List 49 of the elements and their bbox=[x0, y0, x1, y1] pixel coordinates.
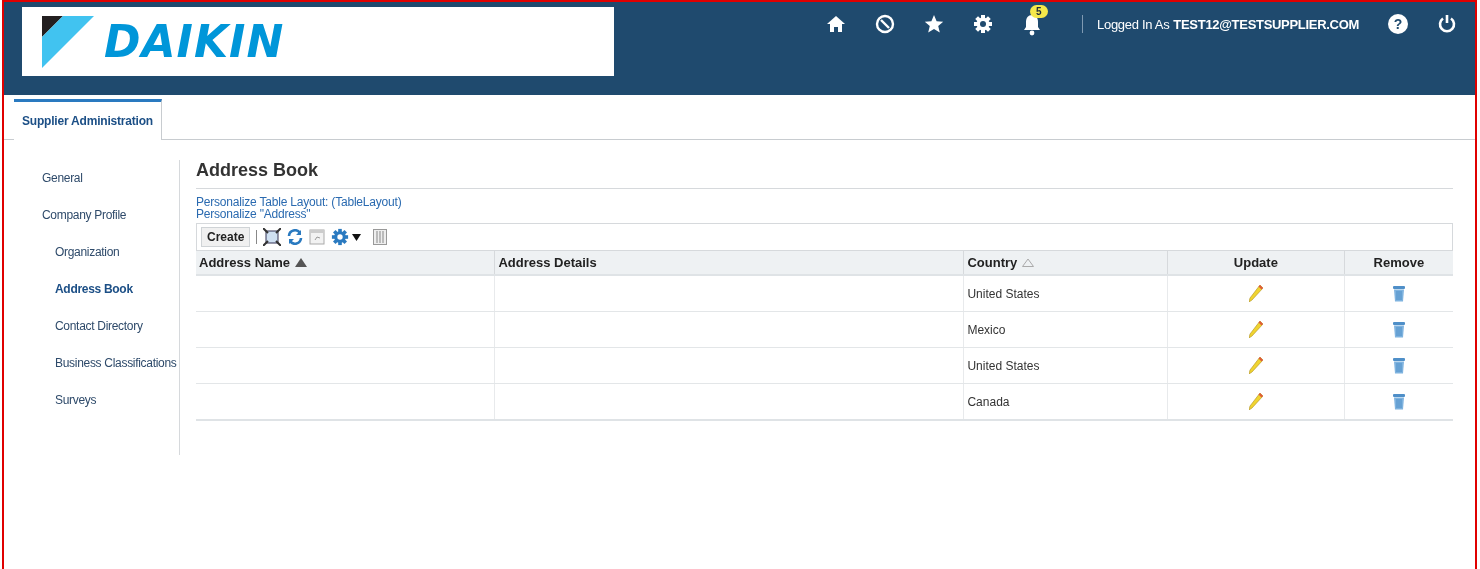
sidebar-item[interactable]: Organization bbox=[14, 234, 179, 271]
login-label: Logged In As bbox=[1097, 16, 1170, 32]
home-icon[interactable] bbox=[826, 14, 847, 34]
column-header: Remove bbox=[1344, 251, 1453, 275]
tab[interactable]: Supplier Administration bbox=[14, 99, 162, 140]
pencil-icon[interactable] bbox=[1248, 357, 1263, 374]
help-button[interactable]: ? bbox=[1388, 14, 1408, 34]
personalize-link[interactable]: Personalize Table Layout: (TableLayout) bbox=[196, 196, 402, 208]
sort-ascending-icon[interactable] bbox=[295, 258, 308, 267]
settings-icon[interactable] bbox=[973, 14, 994, 34]
column-header: Update bbox=[1167, 251, 1345, 275]
page-title: Address Book bbox=[196, 160, 1453, 189]
sidebar-item[interactable]: Address Book bbox=[14, 271, 179, 308]
sidebar-item[interactable]: Business Classifications bbox=[14, 345, 179, 382]
bell-icon[interactable] bbox=[1022, 14, 1043, 36]
personalize-link[interactable]: Personalize "Address" bbox=[196, 208, 311, 220]
compass-icon[interactable] bbox=[875, 14, 896, 34]
sidebar-item[interactable]: Contact Directory bbox=[14, 308, 179, 345]
trash-icon[interactable] bbox=[1392, 285, 1405, 302]
detach-icon[interactable] bbox=[263, 228, 282, 246]
settings-icon bbox=[331, 228, 350, 246]
settings-menu-button[interactable] bbox=[331, 228, 362, 246]
column-header[interactable]: Address Name bbox=[196, 251, 495, 275]
trash-icon[interactable] bbox=[1392, 321, 1405, 338]
trash-icon[interactable] bbox=[1392, 393, 1405, 410]
columns-icon[interactable] bbox=[373, 229, 388, 245]
logo: DAIKIN bbox=[22, 7, 614, 76]
refresh-icon[interactable] bbox=[287, 229, 304, 245]
sidebar-item[interactable]: Surveys bbox=[14, 382, 179, 419]
caret-icon bbox=[352, 233, 362, 241]
column-header: Address Details bbox=[494, 251, 964, 275]
user-name: TEST12@TESTSUPPLIER.COM bbox=[1173, 16, 1359, 32]
window-icon bbox=[309, 229, 326, 245]
notification-badge: 5 bbox=[1030, 5, 1048, 18]
logo-mark-icon bbox=[42, 15, 94, 68]
pencil-icon[interactable] bbox=[1248, 321, 1263, 338]
table-cell: United States bbox=[967, 358, 1040, 373]
pencil-icon[interactable] bbox=[1248, 285, 1263, 302]
sidebar-item[interactable]: Company Profile bbox=[14, 197, 179, 234]
power-icon[interactable] bbox=[1437, 14, 1457, 34]
column-header[interactable]: Country bbox=[963, 251, 1168, 275]
trash-icon[interactable] bbox=[1392, 357, 1405, 374]
star-icon[interactable] bbox=[924, 14, 945, 34]
table-cell: United States bbox=[967, 286, 1040, 301]
table-cell: Mexico bbox=[967, 322, 1006, 337]
table-cell: Canada bbox=[967, 394, 1010, 409]
create-button[interactable]: Create bbox=[201, 227, 251, 247]
sidebar-item[interactable]: General bbox=[14, 160, 179, 197]
pencil-icon[interactable] bbox=[1248, 393, 1263, 410]
